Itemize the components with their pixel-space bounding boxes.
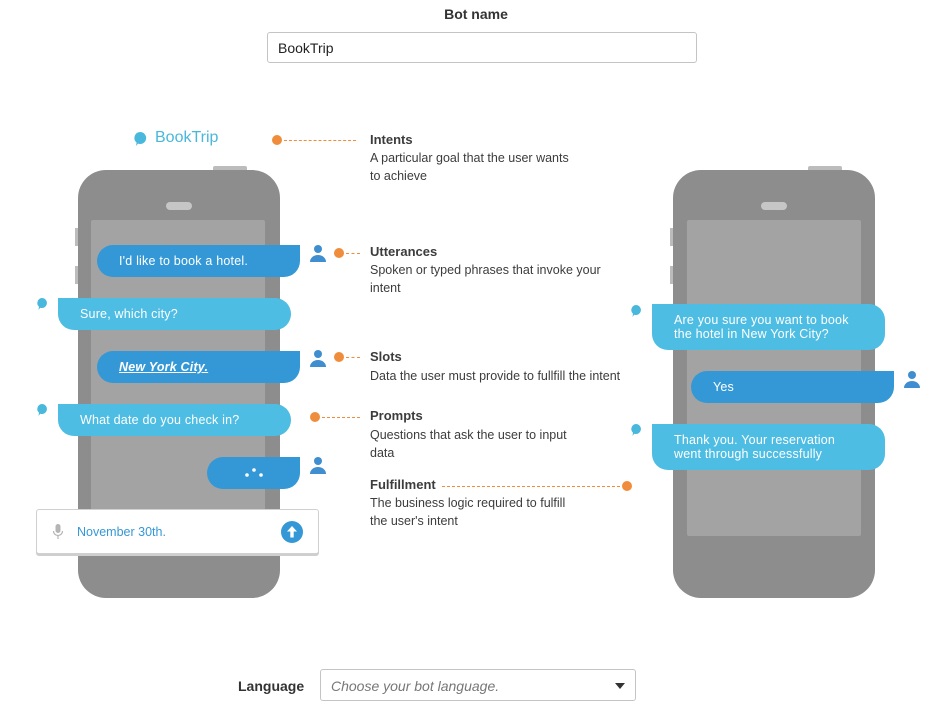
user-message: Yes [691, 371, 894, 403]
phone-top-button [213, 166, 247, 170]
phone-top-button [808, 166, 842, 170]
connector-line [284, 140, 356, 141]
message-text: went through successfully [674, 447, 823, 461]
input-value: November 30th. [77, 525, 166, 539]
send-arrow-icon[interactable] [281, 521, 303, 543]
annotation-title-utterances: Utterances [370, 244, 438, 259]
bot-chat-icon [37, 298, 47, 310]
annotation-title-intents: Intents [370, 132, 413, 147]
user-message: New York City. [97, 351, 300, 383]
annotation-desc: to achieve [370, 169, 427, 183]
typing-dots-icon [244, 468, 263, 477]
intent-dot [272, 135, 282, 145]
user-icon [310, 350, 326, 367]
annotation-desc: Questions that ask the user to input [370, 428, 567, 442]
phone-side-button [75, 228, 78, 246]
phone-side-button [670, 266, 673, 284]
message-text: Sure, which city? [80, 307, 178, 321]
user-icon [310, 457, 326, 474]
bot-name-input[interactable] [267, 32, 697, 63]
connector-line [322, 417, 360, 418]
connector-line [346, 253, 360, 254]
annotation-desc: the user's intent [370, 514, 458, 528]
language-select[interactable]: Choose your bot language. [320, 669, 636, 701]
annotation-desc: Spoken or typed phrases that invoke your [370, 263, 601, 277]
message-text: Thank you. Your reservation [674, 433, 836, 447]
user-message: I'd like to book a hotel. [97, 245, 300, 277]
bot-chat-icon [37, 404, 47, 416]
message-text: Yes [713, 380, 734, 394]
connector-line [346, 357, 360, 358]
slot-dot [334, 352, 344, 362]
phone-speaker [761, 202, 787, 210]
bot-chat-icon [631, 424, 641, 436]
annotation-desc: A particular goal that the user wants [370, 151, 569, 165]
user-icon [904, 371, 920, 388]
language-label: Language [238, 678, 305, 694]
typing-indicator [207, 457, 300, 489]
slot-value: New York City. [119, 360, 209, 374]
annotation-title-fulfillment: Fulfillment [370, 477, 436, 492]
message-text: What date do you check in? [80, 413, 240, 427]
bot-message: Thank you. Your reservation went through… [652, 424, 885, 470]
annotation-title-slots: Slots [370, 349, 402, 364]
phone-speaker [166, 202, 192, 210]
message-text: the hotel in New York City? [674, 327, 829, 341]
chevron-down-icon[interactable] [615, 683, 625, 689]
phone-side-button [670, 228, 673, 246]
annotation-desc: data [370, 446, 395, 460]
utterance-dot [334, 248, 344, 258]
bot-chat-icon [631, 305, 641, 317]
annotation-title-prompts: Prompts [370, 408, 423, 423]
annotation-desc: The business logic required to fulfill [370, 496, 566, 510]
brand-name: BookTrip [155, 129, 219, 146]
fulfillment-dot [622, 481, 632, 491]
message-text: I'd like to book a hotel. [119, 254, 248, 268]
bot-message: Sure, which city? [58, 298, 291, 330]
chat-bubble-icon [134, 131, 147, 146]
bot-message: What date do you check in? [58, 404, 291, 436]
annotation-desc: intent [370, 281, 401, 295]
phone-side-button [75, 266, 78, 284]
message-text: Are you sure you want to book [674, 313, 849, 327]
annotation-desc: Data the user must provide to fullfill t… [370, 369, 621, 383]
message-input[interactable]: November 30th. [36, 509, 319, 554]
user-icon [310, 245, 326, 262]
prompt-dot [310, 412, 320, 422]
language-placeholder: Choose your bot language. [331, 678, 500, 694]
bot-name-label: Bot name [444, 6, 508, 22]
connector-line [442, 486, 620, 487]
microphone-icon[interactable] [53, 524, 63, 540]
bot-message: Are you sure you want to book the hotel … [652, 304, 885, 350]
